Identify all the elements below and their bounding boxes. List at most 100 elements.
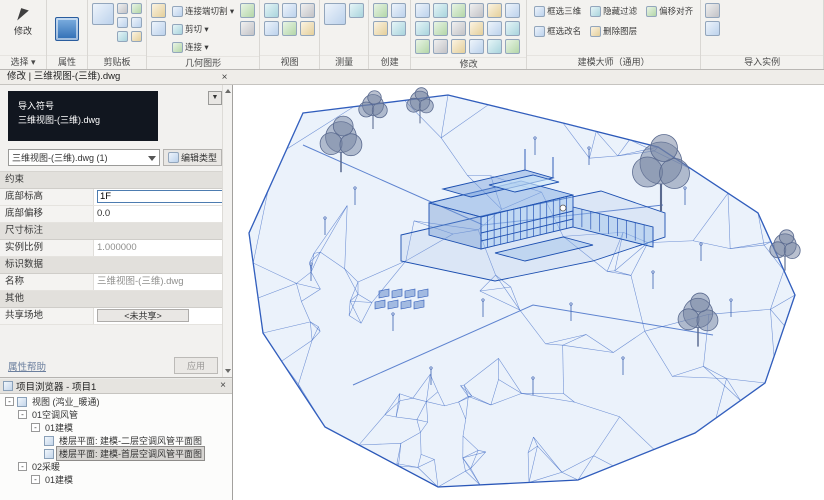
unpin-icon[interactable] bbox=[415, 39, 430, 54]
isolate-icon[interactable] bbox=[282, 3, 297, 18]
modify-tool-button[interactable]: 修改 bbox=[4, 3, 42, 41]
create-parts-icon[interactable] bbox=[373, 21, 388, 36]
expander-icon[interactable]: - bbox=[31, 475, 40, 484]
properties-scrollbar[interactable] bbox=[222, 85, 232, 377]
cope-icon[interactable] bbox=[151, 21, 166, 36]
shared-site-button[interactable]: <未共享> bbox=[97, 309, 189, 322]
tree-item[interactable]: 楼层平面: 建模-首层空调风管平面图 bbox=[0, 447, 232, 460]
thin-lines-icon[interactable] bbox=[264, 21, 279, 36]
panel-label-view[interactable]: 视图 bbox=[260, 55, 319, 69]
tree-item[interactable]: -02采暖 bbox=[0, 460, 232, 473]
expander-icon[interactable]: - bbox=[18, 462, 27, 471]
match-type-icon[interactable] bbox=[117, 31, 128, 42]
trim-extend-icon[interactable] bbox=[433, 21, 448, 36]
properties-help-link[interactable]: 属性帮助 bbox=[8, 359, 46, 373]
wall-opening-icon[interactable] bbox=[487, 39, 502, 54]
rotate-icon[interactable] bbox=[415, 21, 430, 36]
scroll-up-icon[interactable] bbox=[225, 89, 231, 93]
property-row: 底部偏移0.0 bbox=[0, 206, 232, 223]
paint-icon[interactable] bbox=[151, 3, 166, 18]
project-browser-close-icon[interactable]: × bbox=[217, 380, 229, 392]
tree-item[interactable]: -01空调风管 bbox=[0, 408, 232, 421]
panel-label-select[interactable]: 选择 ▾ bbox=[0, 55, 46, 69]
project-browser-icon bbox=[3, 381, 13, 391]
beam-join-icon[interactable] bbox=[240, 3, 255, 18]
offset-align-button[interactable]: 偏移对齐 bbox=[643, 3, 696, 19]
tree-item[interactable]: -视图 (鸿业_暖通) bbox=[0, 395, 232, 408]
panel-label-clipboard[interactable]: 剪贴板 bbox=[88, 55, 146, 69]
offset-align-icon bbox=[646, 6, 657, 17]
panel-label-properties[interactable]: 属性 bbox=[47, 55, 87, 69]
join-end-cut-button[interactable]: 连接端切割 ▾ bbox=[169, 3, 237, 19]
close-icon[interactable]: × bbox=[218, 71, 231, 84]
prop-label: 名称 bbox=[0, 274, 94, 290]
preview-name: 三维视图-(三维).dwg bbox=[18, 113, 158, 127]
project-browser-title: 项目浏览器 - 项目1 bbox=[16, 379, 214, 393]
tree-item[interactable]: -01建模 bbox=[0, 473, 232, 486]
copy-icon[interactable] bbox=[117, 17, 128, 28]
split-element-icon[interactable] bbox=[451, 21, 466, 36]
box-rename-button[interactable]: 框选改名 bbox=[531, 23, 584, 39]
expander-icon[interactable]: - bbox=[18, 410, 27, 419]
query-icon[interactable] bbox=[705, 21, 720, 36]
clipboard-copy-icon[interactable] bbox=[131, 17, 142, 28]
demolish-icon[interactable] bbox=[505, 39, 520, 54]
panel-label-master[interactable]: 建模大师（通用） bbox=[527, 55, 700, 69]
panel-measure: 测量 bbox=[320, 0, 369, 69]
paste-aligned-icon[interactable] bbox=[131, 31, 142, 42]
type-preview[interactable]: 导入符号 三维视图-(三维).dwg bbox=[8, 91, 158, 141]
panel-label-import-instance[interactable]: 导入实例 bbox=[701, 55, 823, 69]
create-group-icon[interactable] bbox=[373, 3, 388, 18]
hide-filter-button[interactable]: 隐藏过滤 bbox=[587, 3, 640, 19]
delete-layer-button[interactable]: 删除图层 bbox=[587, 23, 640, 39]
explode-icon[interactable] bbox=[705, 3, 720, 18]
hide-elements-icon[interactable] bbox=[264, 3, 279, 18]
expander-icon[interactable]: - bbox=[31, 423, 40, 432]
edit-type-button[interactable]: 编辑类型 bbox=[163, 149, 222, 166]
copy-icon[interactable] bbox=[505, 3, 520, 18]
cut-icon[interactable] bbox=[117, 3, 128, 14]
mirror-pick-icon[interactable] bbox=[469, 3, 484, 18]
array-icon[interactable] bbox=[469, 21, 484, 36]
tree-item[interactable]: 楼层平面: 建模-二层空调风管平面图 bbox=[0, 434, 232, 447]
mirror-axis-icon[interactable] bbox=[451, 3, 466, 18]
properties-toggle-button[interactable] bbox=[51, 13, 83, 45]
scale-icon[interactable] bbox=[487, 21, 502, 36]
scroll-down-icon[interactable] bbox=[225, 369, 231, 373]
apply-button[interactable]: 应用 bbox=[174, 357, 218, 374]
drawing-area[interactable] bbox=[233, 85, 824, 500]
join-button[interactable]: 连接 ▾ bbox=[169, 39, 237, 55]
unjoin-icon[interactable] bbox=[240, 21, 255, 36]
prop-value[interactable]: 0.0 bbox=[94, 206, 232, 222]
join-geometry-icon[interactable] bbox=[469, 39, 484, 54]
box-select-3d-button[interactable]: 框选三维 bbox=[531, 3, 584, 19]
create-similar-icon[interactable] bbox=[391, 21, 406, 36]
measure-icon[interactable] bbox=[324, 3, 346, 25]
box-rename-icon bbox=[534, 26, 545, 37]
prop-value-input[interactable] bbox=[97, 190, 225, 203]
dimension-icon[interactable] bbox=[349, 3, 364, 18]
reveal-hidden-icon[interactable] bbox=[300, 3, 315, 18]
filter-icon[interactable] bbox=[131, 3, 142, 14]
create-assembly-icon[interactable] bbox=[391, 3, 406, 18]
paste-icon[interactable] bbox=[92, 3, 114, 25]
align-icon[interactable] bbox=[415, 3, 430, 18]
project-browser-titlebar[interactable]: 项目浏览器 - 项目1 × bbox=[0, 379, 232, 394]
panel-label-measure[interactable]: 测量 bbox=[320, 55, 368, 69]
panel-label-geometry[interactable]: 几何图形 bbox=[147, 56, 259, 70]
panel-label-create[interactable]: 创建 bbox=[369, 55, 410, 69]
type-selector[interactable]: 三维视图-(三维).dwg (1) bbox=[8, 149, 160, 166]
graphics-override-icon[interactable] bbox=[282, 21, 297, 36]
pin-icon[interactable] bbox=[505, 21, 520, 36]
expander-icon[interactable]: - bbox=[5, 397, 14, 406]
move-icon[interactable] bbox=[487, 3, 502, 18]
panel-label-modify[interactable]: 修改 bbox=[411, 57, 526, 71]
prop-label: 底部偏移 bbox=[0, 206, 94, 222]
cut-geometry-button[interactable]: 剪切 ▾ bbox=[169, 21, 237, 37]
delete-icon[interactable] bbox=[433, 39, 448, 54]
tree-item[interactable]: -01建模 bbox=[0, 421, 232, 434]
offset-icon[interactable] bbox=[433, 3, 448, 18]
element-selector-dropdown[interactable]: ▼ bbox=[208, 91, 222, 105]
match-type-icon[interactable] bbox=[451, 39, 466, 54]
section-box-icon[interactable] bbox=[300, 21, 315, 36]
